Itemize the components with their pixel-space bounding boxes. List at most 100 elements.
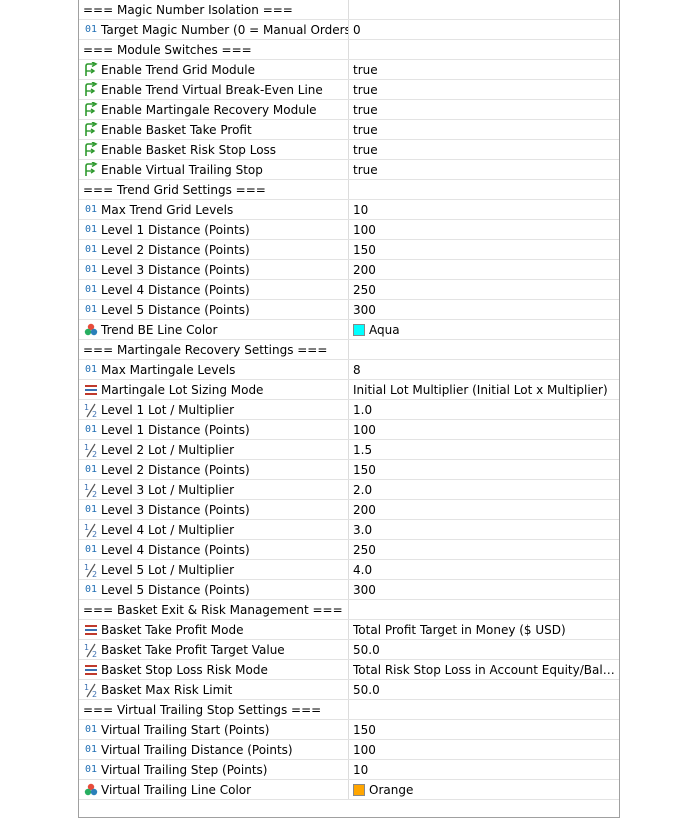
input-row[interactable]: 01 Level 5 Distance (Points) 300 <box>79 580 619 600</box>
input-value-cell[interactable]: 50.0 <box>349 640 619 659</box>
input-row[interactable]: 1 2 Basket Max Risk Limit 50.0 <box>79 680 619 700</box>
input-value-cell[interactable]: 300 <box>349 580 619 599</box>
input-row[interactable]: Enable Basket Risk Stop Loss true <box>79 140 619 160</box>
integer-icon: 01 <box>84 463 98 475</box>
input-value-cell[interactable]: 150 <box>349 240 619 259</box>
input-label: === Martingale Recovery Settings === <box>83 342 328 357</box>
input-value-cell[interactable]: 150 <box>349 460 619 479</box>
input-label: Max Trend Grid Levels <box>101 202 234 217</box>
input-row[interactable]: 01 Max Trend Grid Levels 10 <box>79 200 619 220</box>
input-label: Enable Trend Virtual Break-Even Line <box>101 82 323 97</box>
input-value-cell[interactable]: true <box>349 160 619 179</box>
input-value-cell[interactable]: Orange <box>349 780 619 799</box>
input-row[interactable]: 1 2 Level 5 Lot / Multiplier 4.0 <box>79 560 619 580</box>
input-label: Level 1 Distance (Points) <box>101 422 250 437</box>
input-row[interactable]: 01 Virtual Trailing Distance (Points) 100 <box>79 740 619 760</box>
input-value-cell[interactable]: 150 <box>349 720 619 739</box>
input-value-cell[interactable]: 300 <box>349 300 619 319</box>
input-value-cell[interactable]: true <box>349 80 619 99</box>
input-row[interactable]: 01 Level 1 Distance (Points) 100 <box>79 220 619 240</box>
input-value-cell[interactable]: true <box>349 60 619 79</box>
input-row[interactable]: 01 Level 2 Distance (Points) 150 <box>79 240 619 260</box>
input-value-cell[interactable]: true <box>349 120 619 139</box>
input-label: Martingale Lot Sizing Mode <box>101 382 264 397</box>
input-row[interactable]: 1 2 Level 3 Lot / Multiplier 2.0 <box>79 480 619 500</box>
input-row[interactable]: 1 2 Basket Take Profit Target Value 50.0 <box>79 640 619 660</box>
input-row[interactable]: 01 Level 4 Distance (Points) 250 <box>79 280 619 300</box>
input-row[interactable]: Virtual Trailing Line Color Orange <box>79 780 619 800</box>
input-name-cell: === Magic Number Isolation === <box>79 0 349 19</box>
color-swatch[interactable] <box>353 323 365 336</box>
fraction-icon: 12 <box>83 482 99 498</box>
enumeration-icon <box>83 662 99 678</box>
input-row[interactable]: Enable Trend Grid Module true <box>79 60 619 80</box>
input-value-cell[interactable]: 0 <box>349 20 619 39</box>
input-row[interactable]: 01 Level 5 Distance (Points) 300 <box>79 300 619 320</box>
input-value-cell[interactable]: true <box>349 100 619 119</box>
input-row[interactable]: 01 Target Magic Number (0 = Manual Orders… <box>79 20 619 40</box>
section-header-row: === Basket Exit & Risk Management === <box>79 600 619 620</box>
input-name-cell: 01 Level 3 Distance (Points) <box>79 260 349 279</box>
input-row[interactable]: 01 Virtual Trailing Step (Points) 10 <box>79 760 619 780</box>
input-row[interactable]: 01 Level 3 Distance (Points) 200 <box>79 260 619 280</box>
integer-icon: 01 <box>84 23 98 35</box>
input-value-cell[interactable]: 10 <box>349 200 619 219</box>
integer-icon: 01 <box>84 203 98 215</box>
input-value-cell[interactable]: 200 <box>349 500 619 519</box>
input-value-cell[interactable]: 8 <box>349 360 619 379</box>
input-value-cell[interactable]: 100 <box>349 740 619 759</box>
input-value-cell[interactable]: 250 <box>349 280 619 299</box>
input-name-cell: 01 Virtual Trailing Start (Points) <box>79 720 349 739</box>
input-row[interactable]: Enable Trend Virtual Break-Even Line true <box>79 80 619 100</box>
input-name-cell: 01 Target Magic Number (0 = Manual Orders… <box>79 20 349 39</box>
input-value-cell[interactable]: Total Profit Target in Money ($ USD) <box>349 620 619 639</box>
input-value-cell[interactable]: 200 <box>349 260 619 279</box>
input-value: 300 <box>353 302 376 317</box>
input-row[interactable]: 01 Max Martingale Levels 8 <box>79 360 619 380</box>
input-label: Level 5 Lot / Multiplier <box>101 562 235 577</box>
input-value-cell[interactable]: 1.0 <box>349 400 619 419</box>
input-value-cell[interactable]: 10 <box>349 760 619 779</box>
input-label: Level 4 Lot / Multiplier <box>101 522 235 537</box>
input-value-cell[interactable]: 1.5 <box>349 440 619 459</box>
input-row[interactable]: Basket Take Profit Mode Total Profit Targ… <box>79 620 619 640</box>
input-row[interactable]: 01 Level 3 Distance (Points) 200 <box>79 500 619 520</box>
input-row[interactable]: 1 2 Level 1 Lot / Multiplier 1.0 <box>79 400 619 420</box>
color-swatch[interactable] <box>353 783 365 796</box>
input-row[interactable]: 01 Virtual Trailing Start (Points) 150 <box>79 720 619 740</box>
input-value: Initial Lot Multiplier (Initial Lot x Mu… <box>353 382 608 397</box>
input-value-cell[interactable]: 100 <box>349 220 619 239</box>
input-value-cell[interactable]: 100 <box>349 420 619 439</box>
input-row[interactable]: 1 2 Level 2 Lot / Multiplier 1.5 <box>79 440 619 460</box>
input-row[interactable]: 01 Level 1 Distance (Points) 100 <box>79 420 619 440</box>
input-row[interactable]: Enable Basket Take Profit true <box>79 120 619 140</box>
input-name-cell: 1 2 Basket Max Risk Limit <box>79 680 349 699</box>
input-name-cell: Basket Stop Loss Risk Mode <box>79 660 349 679</box>
input-value: 50.0 <box>353 642 380 657</box>
fraction-icon: 12 <box>83 682 99 698</box>
input-value: 100 <box>353 422 376 437</box>
input-name-cell: 01 Level 1 Distance (Points) <box>79 220 349 239</box>
input-value: 50.0 <box>353 682 380 697</box>
svg-text:2: 2 <box>92 490 97 498</box>
input-value-cell[interactable]: 2.0 <box>349 480 619 499</box>
input-value-cell[interactable]: 50.0 <box>349 680 619 699</box>
integer-icon: 01 <box>84 743 98 755</box>
integer-icon: 01 <box>84 363 98 375</box>
input-row[interactable]: 1 2 Level 4 Lot / Multiplier 3.0 <box>79 520 619 540</box>
input-row[interactable]: Enable Martingale Recovery Module true <box>79 100 619 120</box>
input-row[interactable]: 01 Level 4 Distance (Points) 250 <box>79 540 619 560</box>
input-row[interactable]: Enable Virtual Trailing Stop true <box>79 160 619 180</box>
input-value-cell[interactable]: Total Risk Stop Loss in Account Equity/B… <box>349 660 619 679</box>
input-value-cell[interactable]: Initial Lot Multiplier (Initial Lot x Mu… <box>349 380 619 399</box>
input-row[interactable]: Martingale Lot Sizing Mode Initial Lot Mu… <box>79 380 619 400</box>
input-value-cell[interactable]: 4.0 <box>349 560 619 579</box>
input-row[interactable]: Trend BE Line Color Aqua <box>79 320 619 340</box>
fraction-icon: 12 <box>83 562 99 578</box>
input-value-cell[interactable]: 3.0 <box>349 520 619 539</box>
input-value-cell[interactable]: true <box>349 140 619 159</box>
input-row[interactable]: Basket Stop Loss Risk Mode Total Risk Sto… <box>79 660 619 680</box>
input-value-cell[interactable]: 250 <box>349 540 619 559</box>
input-value-cell[interactable]: Aqua <box>349 320 619 339</box>
input-row[interactable]: 01 Level 2 Distance (Points) 150 <box>79 460 619 480</box>
